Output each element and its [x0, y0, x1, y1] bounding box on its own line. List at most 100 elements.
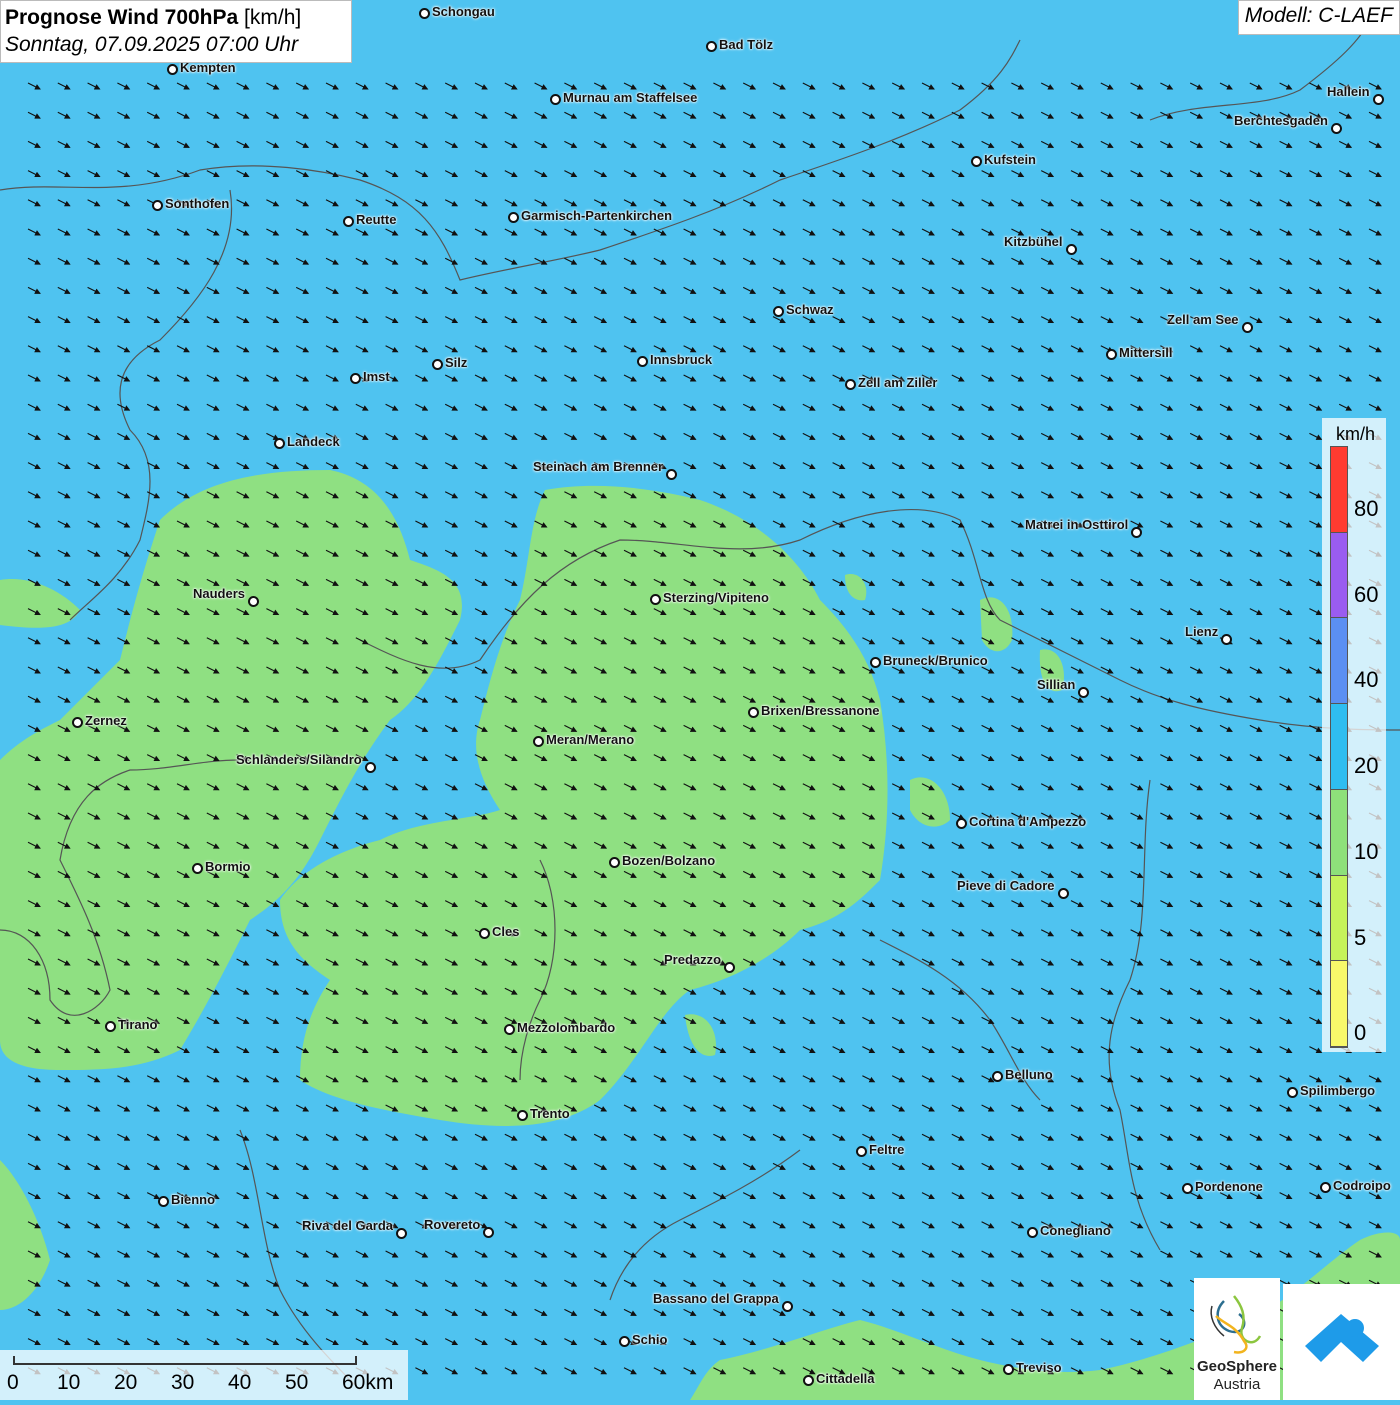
city-label: Zell am See	[1167, 312, 1239, 327]
city-marker	[992, 1071, 1003, 1082]
city-marker	[1287, 1087, 1298, 1098]
city-marker	[508, 212, 519, 223]
city-marker	[650, 594, 661, 605]
city-label: Lienz	[1185, 624, 1219, 639]
city-marker	[773, 306, 784, 317]
scale-bar: 0 10 20 30 40 50 60km	[0, 1350, 408, 1400]
city-marker	[609, 857, 620, 868]
scale-label: 50	[285, 1371, 309, 1394]
city-label: Innsbruck	[650, 352, 713, 367]
geosphere-emblem-icon	[1210, 1295, 1262, 1354]
city-label: Matrei in Osttirol	[1025, 517, 1129, 532]
city-marker	[479, 928, 490, 939]
legend-tick-label: 10	[1354, 838, 1379, 864]
city-label: Kufstein	[984, 152, 1036, 167]
city-marker	[1078, 687, 1089, 698]
city-label: Pieve di Cadore	[957, 878, 1055, 893]
city-label: Schwaz	[786, 302, 834, 317]
city-label: Murnau am Staffelsee	[563, 90, 698, 105]
city-label: Cittadella	[816, 1371, 875, 1386]
city-marker	[248, 596, 259, 607]
title-box: Prognose Wind 700hPa [km/h] Sonntag, 07.…	[0, 0, 352, 63]
city-label: Schio	[632, 1332, 668, 1347]
city-label: Schlanders/Silandro	[236, 752, 362, 767]
city-label: Brixen/Bressanone	[761, 703, 880, 718]
city-label: Sterzing/Vipiteno	[663, 590, 769, 605]
city-marker	[432, 359, 443, 370]
city-label: Zell am Ziller	[858, 375, 938, 390]
city-marker	[1320, 1182, 1331, 1193]
city-label: Zernez	[85, 713, 127, 728]
legend-tick-label: 60	[1354, 581, 1379, 607]
title-unit: [km/h]	[244, 6, 302, 29]
city-label: Meran/Merano	[546, 732, 635, 747]
city-marker	[192, 863, 203, 874]
city-label: Feltre	[869, 1142, 905, 1157]
city-marker	[637, 356, 648, 367]
city-label: Pordenone	[1195, 1179, 1263, 1194]
scale-label: 0	[7, 1371, 19, 1394]
scale-label: 40	[228, 1371, 252, 1394]
city-marker	[419, 8, 430, 19]
city-marker	[782, 1301, 793, 1312]
city-marker	[550, 94, 561, 105]
legend-color-segment	[1331, 961, 1347, 1047]
color-legend: km/h 80 60 40 20 10 5 0	[1322, 418, 1386, 1052]
scale-label: 30	[171, 1371, 195, 1394]
city-marker	[504, 1024, 515, 1035]
city-label: Sonthofen	[165, 196, 230, 211]
city-marker	[1242, 322, 1253, 333]
city-label: Tirano	[118, 1017, 158, 1032]
wind-forecast-map: Schongau Bad Tölz Kempten Murnau am Staffel…	[0, 0, 1400, 1400]
city-marker	[365, 762, 376, 773]
city-label: Mezzolombardo	[517, 1020, 616, 1035]
city-marker	[1066, 244, 1077, 255]
legend-colorbar	[1330, 446, 1348, 1048]
city-marker	[343, 216, 354, 227]
city-marker	[167, 64, 178, 75]
legend-color-segment	[1331, 704, 1347, 790]
city-marker	[517, 1110, 528, 1121]
city-label: Bad Tölz	[719, 37, 774, 52]
city-label: Bormio	[205, 859, 251, 874]
city-label: Bruneck/Brunico	[883, 653, 988, 668]
city-label: Bienno	[171, 1192, 216, 1207]
city-marker	[274, 438, 285, 449]
city-marker	[1106, 349, 1117, 360]
city-marker	[1003, 1364, 1014, 1375]
city-marker	[158, 1196, 169, 1207]
title-main: Prognose Wind 700hPa	[5, 6, 239, 29]
legend-color-segment	[1331, 618, 1347, 705]
city-marker	[666, 469, 677, 480]
city-label: Predazzo	[664, 952, 722, 967]
city-label: Steinach am Brenner	[533, 459, 664, 474]
city-marker	[483, 1227, 494, 1238]
legend-tick-label: 40	[1354, 667, 1379, 693]
city-label: Belluno	[1005, 1067, 1053, 1082]
city-marker	[956, 818, 967, 829]
city-label: Kitzbühel	[1004, 234, 1063, 249]
city-marker	[396, 1228, 407, 1239]
city-label: Spilimbergo	[1300, 1083, 1376, 1098]
city-marker	[350, 373, 361, 384]
city-label: Imst	[363, 369, 390, 384]
legend-tick-label: 0	[1354, 1020, 1367, 1045]
city-label: Bassano del Grappa	[653, 1291, 779, 1306]
city-label: Riva del Garda	[302, 1218, 394, 1233]
city-label: Garmisch-Partenkirchen	[521, 208, 673, 223]
map-title: Prognose Wind 700hPa [km/h]	[5, 4, 347, 32]
city-label: Rovereto	[424, 1217, 481, 1232]
city-marker	[845, 379, 856, 390]
scale-label: 20	[114, 1371, 138, 1394]
legend-color-segment	[1331, 447, 1347, 533]
city-label: Reutte	[356, 212, 397, 227]
city-label: Nauders	[193, 586, 246, 601]
city-marker	[803, 1375, 814, 1386]
city-label: Mittersill	[1119, 345, 1173, 360]
city-marker	[72, 717, 83, 728]
city-marker	[870, 657, 881, 668]
legend-tick-label: 80	[1354, 496, 1379, 521]
legend-color-segment	[1331, 875, 1347, 962]
city-marker	[856, 1146, 867, 1157]
city-label: Landeck	[287, 434, 340, 449]
